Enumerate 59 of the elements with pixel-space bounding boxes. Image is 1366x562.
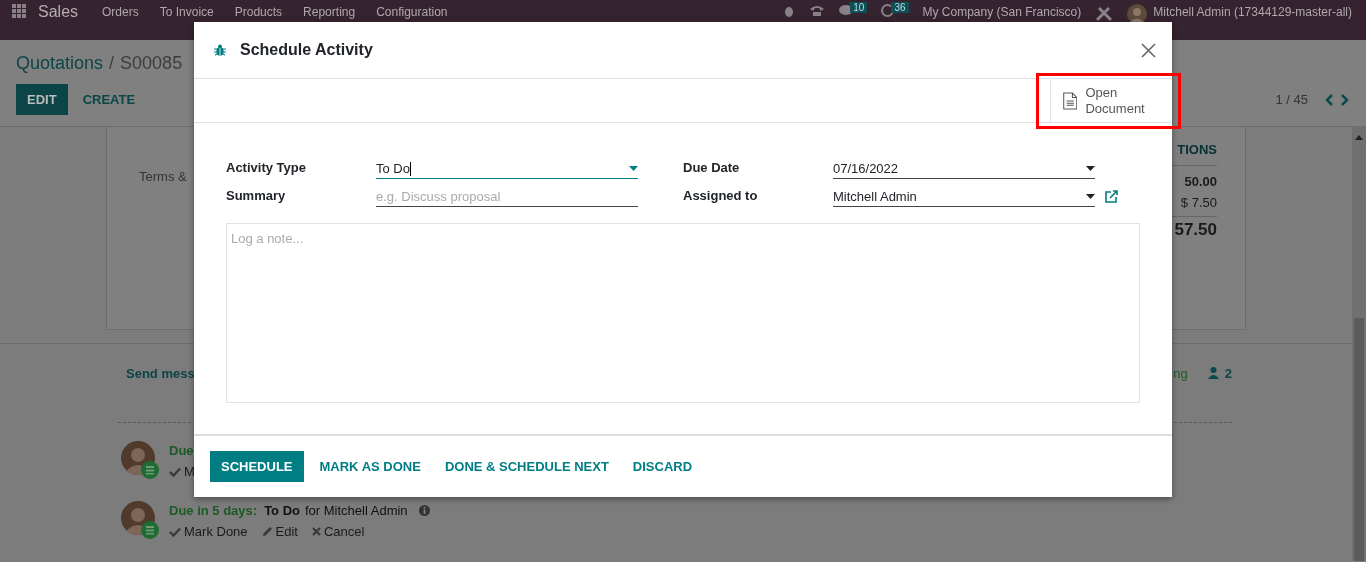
dialog-title: Schedule Activity (240, 41, 373, 59)
breadcrumb-separator: / (109, 53, 115, 74)
dialog-button[interactable]: SCHEDULE (210, 451, 304, 482)
close-icon[interactable] (1141, 42, 1156, 58)
activity-assignee: for Mitchell Admin (305, 503, 408, 518)
previous-icon[interactable] (1324, 93, 1334, 106)
select-field[interactable]: 07/16/2022 (833, 161, 1095, 179)
due-label: Due (169, 443, 194, 458)
check-icon (169, 466, 181, 477)
menu-item[interactable]: Products (234, 5, 283, 19)
field-label: Activity Type (226, 160, 307, 177)
field-label: Summary (226, 188, 287, 205)
person-icon (1207, 367, 1219, 379)
clock-icon[interactable] (881, 4, 895, 17)
edit-button[interactable]: EDIT (16, 84, 68, 115)
company-switcher[interactable]: My Company (San Francisco) (922, 5, 1082, 19)
activity-action-link[interactable]: Edit (275, 524, 298, 539)
terms-label: Terms & (139, 169, 187, 186)
create-button[interactable]: CREATE (71, 84, 147, 115)
pager-counter: 1 / 45 (1275, 92, 1308, 107)
menu-item[interactable]: To Invoice (159, 5, 214, 19)
record-name: S00085 (120, 53, 183, 74)
external-link-icon[interactable] (1105, 190, 1118, 203)
scrollbar[interactable] (1352, 127, 1366, 561)
avatar (121, 441, 159, 479)
pencil-icon (261, 526, 273, 537)
user-menu[interactable]: Mitchell Admin (17344129-master-all) (1153, 5, 1352, 19)
activity-type: To Do (264, 503, 300, 518)
breadcrumb-link[interactable]: Quotations (16, 53, 104, 74)
dropdown-caret-icon[interactable] (1086, 194, 1095, 199)
scrollbar-thumb[interactable] (1354, 318, 1364, 561)
activity-count: 36 (891, 2, 909, 13)
close-icon (312, 527, 321, 536)
activity-action-link[interactable]: Cancel (324, 524, 365, 539)
next-icon[interactable] (1340, 93, 1350, 106)
untaxed-amount: 50.00 (1184, 174, 1217, 189)
activity-action-link[interactable]: M (184, 464, 195, 479)
select-field[interactable]: Mitchell Admin (833, 189, 1095, 207)
open-document-button[interactable]: Open Document (1050, 79, 1172, 122)
menu-item[interactable]: Orders (102, 5, 139, 19)
activity-action-link[interactable]: Mark Done (184, 524, 248, 539)
menu-item[interactable]: Reporting (303, 5, 356, 19)
check-icon (169, 526, 181, 537)
dropdown-caret-icon[interactable] (1086, 166, 1095, 171)
scroll-up-icon[interactable] (1355, 135, 1363, 140)
field-label: Assigned to (683, 188, 759, 205)
tax-amount: $ 7.50 (1180, 195, 1217, 210)
send-message-link[interactable]: Send mess (126, 365, 195, 381)
app-name[interactable]: Sales (38, 3, 79, 21)
follower-count[interactable]: 2 (1224, 365, 1232, 381)
message-count: 10 (850, 2, 868, 13)
due-label: Due in 5 days: (169, 503, 258, 518)
info-icon[interactable] (418, 505, 430, 516)
select-field[interactable]: To Do (376, 161, 638, 179)
avatar (121, 501, 159, 539)
field-label: Due Date (683, 160, 741, 177)
apps-menu-icon[interactable] (12, 4, 26, 18)
menu-item[interactable]: Configuration (376, 5, 448, 19)
phone-icon[interactable] (809, 4, 826, 16)
